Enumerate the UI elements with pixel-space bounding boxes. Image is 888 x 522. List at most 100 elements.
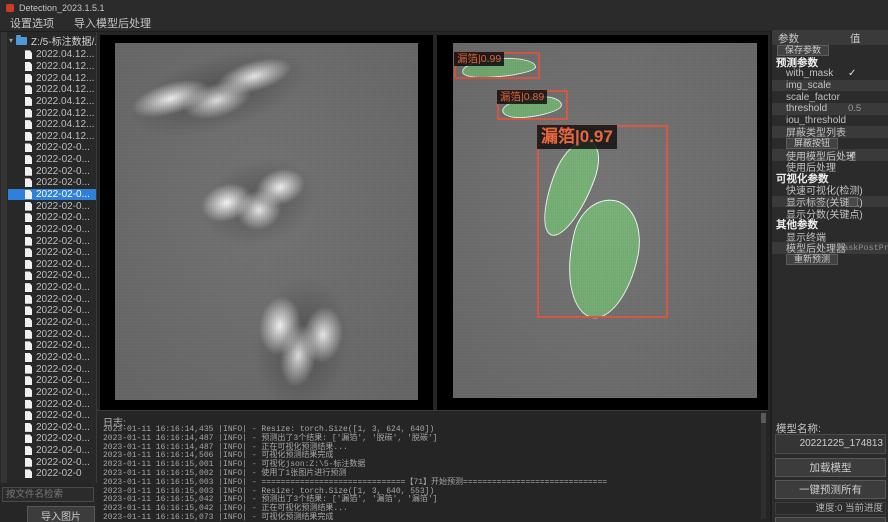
log-scrollbar[interactable] xyxy=(761,413,766,519)
file-icon xyxy=(25,411,32,420)
tree-row[interactable]: 2022.04.12... xyxy=(8,84,97,96)
params-header-name: 参数 xyxy=(778,31,799,46)
tree-row[interactable]: 2022.04.12... xyxy=(8,130,97,142)
tree-row[interactable]: 2022-02-0... xyxy=(8,422,97,434)
tree-row[interactable]: 2022-02-0... xyxy=(8,189,97,201)
parameters-panel: 参数 值 保存参数 预测参数 with_mask ✓ img_scale sca… xyxy=(770,30,888,522)
tree-row[interactable]: 2022-02-0... xyxy=(8,375,97,387)
tree-scrollbar[interactable] xyxy=(1,32,7,483)
tree-row[interactable]: 2022.04.12... xyxy=(8,96,97,108)
menu-item-import-postprocess[interactable]: 导入模型后处理 xyxy=(64,15,161,31)
tree-row[interactable]: 2022-02-0... xyxy=(8,200,97,212)
tree-row[interactable]: 2022-02-0... xyxy=(8,224,97,236)
tree-row[interactable]: 2022-02-0... xyxy=(8,247,97,259)
segmentation-mask xyxy=(501,93,563,120)
tree-row[interactable]: 2022-02-0... xyxy=(8,235,97,247)
file-icon xyxy=(25,132,32,141)
tree-row[interactable]: 2022-02-0... xyxy=(8,340,97,352)
tree-row[interactable]: 2022-02-0... xyxy=(8,282,97,294)
segmentation-mask xyxy=(532,133,607,243)
log-scrollbar-thumb[interactable] xyxy=(761,413,766,423)
file-icon xyxy=(25,306,32,315)
file-icon xyxy=(25,469,32,478)
param-row[interactable]: img_scale xyxy=(772,80,888,92)
tree-row[interactable]: 2022-02-0... xyxy=(8,212,97,224)
param-row[interactable]: 模型后处理器 MaskPostPro xyxy=(772,242,888,254)
load-model-button[interactable]: 加载模型 xyxy=(775,458,886,477)
tree-row-label: 2022-02-0... xyxy=(36,212,90,223)
tree-row[interactable]: 2022-02-0... xyxy=(8,305,97,317)
tree-row-label: 2022-02-0... xyxy=(36,247,90,258)
file-icon xyxy=(25,376,32,385)
image-feature xyxy=(243,263,361,400)
tree-row-label: 2022.04.12... xyxy=(36,119,94,130)
tree-row[interactable]: 2022.04.12... xyxy=(8,107,97,119)
tree-row-label: 2022-02-0... xyxy=(36,236,90,247)
tree-row-label: 2022-02-0... xyxy=(36,154,90,165)
tree-row-label: 2022.04.12... xyxy=(36,108,94,119)
tree-root-label: Z:/5-标注数据/... xyxy=(31,33,97,48)
tree-row[interactable]: 2022-02-0... xyxy=(8,398,97,410)
param-row[interactable]: 屏蔽类型列表 xyxy=(772,126,888,138)
tree-row[interactable]: 2022-02-0... xyxy=(8,456,97,468)
tree-row[interactable]: 2022-02-0... xyxy=(8,352,97,364)
viewer-original[interactable] xyxy=(100,35,433,410)
param-row[interactable]: 预测参数 xyxy=(772,57,888,69)
file-tree-rows: 2022.04.12... 2022.04.12... 2022.04.12..… xyxy=(8,49,97,480)
file-icon xyxy=(25,143,32,152)
file-icon xyxy=(25,167,32,176)
tree-row[interactable]: 2022-02-0... xyxy=(8,433,97,445)
tree-row[interactable]: 2022.04.12... xyxy=(8,119,97,131)
tree-row[interactable]: 2022-02-0... xyxy=(8,445,97,457)
file-icon xyxy=(25,178,32,187)
file-icon xyxy=(25,341,32,350)
param-button[interactable]: 重新预测 xyxy=(786,254,838,265)
param-row[interactable]: with_mask ✓ xyxy=(772,68,888,80)
tree-row[interactable]: 2022.04.12... xyxy=(8,61,97,73)
tree-row[interactable]: 2022.04.12... xyxy=(8,49,97,61)
param-value: MaskPostPro xyxy=(838,243,888,253)
param-value: ✓ xyxy=(848,68,856,79)
predict-all-button[interactable]: 一键预测所有 xyxy=(775,480,886,499)
tree-row-label: 2022.04.12... xyxy=(36,96,94,107)
tree-row-label: 2022-02-0... xyxy=(36,305,90,316)
tree-row-label: 2022-02-0... xyxy=(36,445,90,456)
param-row[interactable]: 重新预测 xyxy=(772,254,888,266)
tree-row[interactable]: 2022-02-0... xyxy=(8,410,97,422)
tree-row[interactable]: 2022-02-0... xyxy=(8,363,97,375)
tree-row[interactable]: 2022-02-0... xyxy=(8,177,97,189)
file-icon xyxy=(25,50,32,59)
param-row[interactable]: scale_factor xyxy=(772,91,888,103)
tree-row[interactable]: 2022-02-0... xyxy=(8,154,97,166)
viewer-prediction[interactable]: 漏箔|0.99 漏箔|0.89 漏箔|0.97 xyxy=(437,35,768,410)
param-value: ✓ xyxy=(848,150,856,161)
postprocess-settings-button[interactable]: 后处理参数设置 xyxy=(775,517,886,522)
tree-row[interactable]: 2022-02-0... xyxy=(8,259,97,271)
folder-icon xyxy=(16,37,27,45)
model-name-field[interactable]: 20221225_174813 xyxy=(775,434,886,454)
param-row[interactable]: threshold 0.5 xyxy=(772,103,888,115)
tree-row[interactable]: 2022.04.12... xyxy=(8,72,97,84)
tree-row[interactable]: 2022-02-0... xyxy=(8,165,97,177)
params-header: 参数 值 xyxy=(772,30,888,45)
tree-row-label: 2022-02-0... xyxy=(36,166,90,177)
tree-row[interactable]: 2022-02-0... xyxy=(8,142,97,154)
tree-row[interactable]: 2022-02-0 xyxy=(8,468,97,480)
param-label: scale_factor xyxy=(786,92,840,103)
file-icon xyxy=(25,202,32,211)
tree-row-label: 2022-02-0... xyxy=(36,364,90,375)
tree-row-label: 2022-02-0... xyxy=(36,387,90,398)
tree-row[interactable]: 2022-02-0... xyxy=(8,387,97,399)
tree-row[interactable]: 2022-02-0... xyxy=(8,317,97,329)
file-icon xyxy=(25,446,32,455)
chevron-down-icon[interactable]: ▾ xyxy=(9,36,13,45)
param-label: threshold xyxy=(786,103,827,114)
tree-row[interactable]: 2022-02-0... xyxy=(8,328,97,340)
tree-row-label: 2022-02-0... xyxy=(36,422,90,433)
tree-root-node[interactable]: ▾ Z:/5-标注数据/... xyxy=(9,34,97,47)
tree-row[interactable]: 2022-02-0... xyxy=(8,270,97,282)
search-input[interactable] xyxy=(2,487,94,502)
import-image-button[interactable]: 导入图片 xyxy=(27,506,95,522)
tree-row[interactable]: 2022-02-0... xyxy=(8,293,97,305)
menu-item-settings[interactable]: 设置选项 xyxy=(0,15,64,31)
